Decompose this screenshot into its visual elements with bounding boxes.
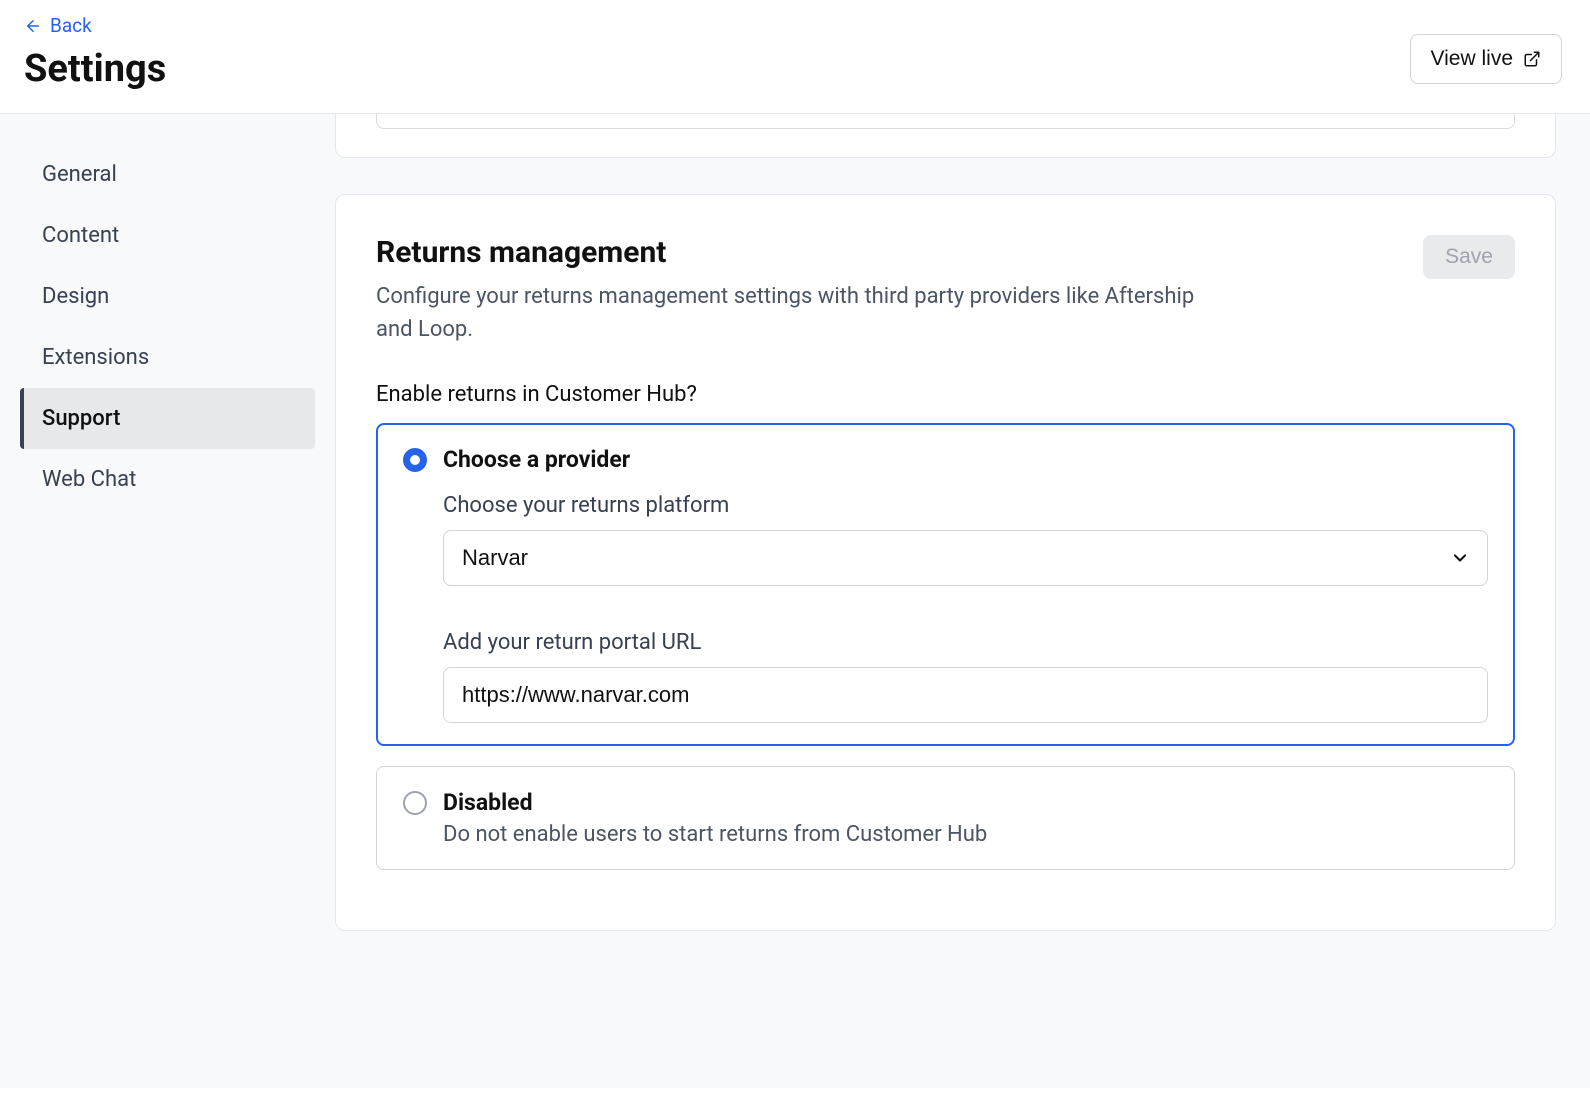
external-link-icon — [1523, 50, 1541, 68]
radio-disabled[interactable] — [403, 791, 427, 815]
radio-card-provider[interactable]: Choose a provider Choose your returns pl… — [376, 423, 1515, 746]
body-area: General Content Design Extensions Suppor… — [0, 114, 1590, 1088]
url-label: Add your return portal URL — [443, 630, 1488, 655]
previous-card-peek — [335, 114, 1556, 158]
sidebar-item-extensions[interactable]: Extensions — [20, 327, 315, 388]
header-left: Back Settings — [24, 14, 166, 91]
arrow-left-icon — [24, 17, 42, 35]
card-title: Returns management — [376, 235, 1236, 270]
save-button[interactable]: Save — [1423, 235, 1515, 279]
platform-select-wrap — [443, 530, 1488, 586]
view-live-label: View live — [1431, 47, 1513, 71]
radio-row-provider: Choose a provider — [403, 446, 1488, 475]
card-header: Returns management Configure your return… — [376, 235, 1515, 346]
radio-row-disabled: Disabled Do not enable users to start re… — [403, 789, 1488, 847]
radio-title-provider: Choose a provider — [443, 446, 1488, 473]
sidebar-item-design[interactable]: Design — [20, 266, 315, 327]
back-label: Back — [50, 14, 92, 37]
radio-card-disabled[interactable]: Disabled Do not enable users to start re… — [376, 766, 1515, 870]
settings-sidebar: General Content Design Extensions Suppor… — [0, 114, 335, 1088]
card-heading-block: Returns management Configure your return… — [376, 235, 1236, 346]
provider-body: Choose your returns platform Add your re… — [443, 493, 1488, 723]
sidebar-item-general[interactable]: General — [20, 144, 315, 205]
radio-title-disabled: Disabled — [443, 789, 1488, 816]
radio-provider[interactable] — [403, 448, 427, 472]
radio-content-provider: Choose a provider — [443, 446, 1488, 475]
sidebar-item-web-chat[interactable]: Web Chat — [20, 449, 315, 510]
view-live-button[interactable]: View live — [1410, 34, 1562, 84]
page-title: Settings — [24, 47, 166, 91]
radio-subtitle-disabled: Do not enable users to start returns fro… — [443, 822, 1488, 847]
sidebar-item-support[interactable]: Support — [20, 388, 315, 449]
main-content: Returns management Configure your return… — [335, 114, 1590, 1088]
return-portal-url-input[interactable] — [443, 667, 1488, 723]
platform-select[interactable] — [443, 530, 1488, 586]
platform-label: Choose your returns platform — [443, 493, 1488, 518]
sidebar-item-content[interactable]: Content — [20, 205, 315, 266]
enable-returns-label: Enable returns in Customer Hub? — [376, 382, 1515, 407]
card-description: Configure your returns management settin… — [376, 280, 1236, 346]
radio-content-disabled: Disabled Do not enable users to start re… — [443, 789, 1488, 847]
back-link[interactable]: Back — [24, 14, 166, 37]
page-header: Back Settings View live — [0, 0, 1590, 114]
returns-management-card: Returns management Configure your return… — [335, 194, 1556, 931]
